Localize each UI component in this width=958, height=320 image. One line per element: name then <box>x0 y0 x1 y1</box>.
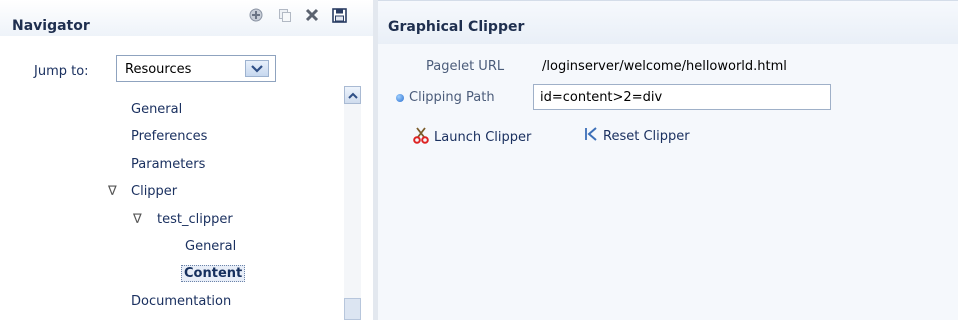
copy-icon[interactable] <box>276 6 294 24</box>
tree-scrollbar[interactable] <box>344 86 361 320</box>
launch-clipper-button[interactable]: Launch Clipper <box>412 126 531 148</box>
scissors-icon <box>412 126 430 148</box>
launch-clipper-label: Launch Clipper <box>434 129 532 145</box>
pagelet-url-value: /loginserver/welcome/helloworld.html <box>542 59 787 74</box>
tree-item-preferences[interactable]: Preferences <box>131 129 207 144</box>
reset-clipper-button[interactable]: Reset Clipper <box>583 126 690 146</box>
reset-arrow-icon <box>583 126 599 146</box>
required-indicator-icon <box>396 94 404 102</box>
jump-to-value: Resources <box>125 62 192 77</box>
jump-to-select[interactable]: Resources <box>116 55 276 82</box>
tree-item-test-clipper[interactable]: test_clipper <box>157 212 233 227</box>
save-icon[interactable] <box>330 6 348 24</box>
chevron-down-icon[interactable] <box>245 60 269 77</box>
tree-item-general-sub[interactable]: General <box>185 239 236 254</box>
panel-title: Graphical Clipper <box>388 19 525 35</box>
panel-body: Pagelet URL /loginserver/welcome/hellowo… <box>378 44 958 320</box>
expand-triangle-icon[interactable]: ∇ <box>108 184 117 199</box>
clipping-path-input[interactable] <box>533 84 831 110</box>
reset-clipper-label: Reset Clipper <box>603 128 690 144</box>
navigator-panel: Navigator Jump to: Resources General Pre… <box>0 0 373 320</box>
pagelet-url-label: Pagelet URL <box>426 59 505 74</box>
tree-item-documentation[interactable]: Documentation <box>131 294 231 309</box>
expand-triangle-icon[interactable]: ∇ <box>133 212 142 227</box>
tree-item-content[interactable]: Content <box>181 265 246 282</box>
navigator-header: Navigator <box>0 0 373 36</box>
graphical-clipper-panel: Graphical Clipper Pagelet URL /loginserv… <box>378 0 958 320</box>
add-icon[interactable] <box>247 6 265 24</box>
panel-header: Graphical Clipper <box>378 0 958 44</box>
navigator-title: Navigator <box>12 18 90 34</box>
tree-item-general[interactable]: General <box>131 102 182 117</box>
clipping-path-label: Clipping Path <box>409 90 495 105</box>
scroll-up-arrow-icon[interactable] <box>344 86 361 104</box>
jump-to-label: Jump to: <box>34 64 89 79</box>
delete-icon[interactable] <box>303 6 321 24</box>
scrollbar-thumb[interactable] <box>344 298 361 320</box>
tree-item-parameters[interactable]: Parameters <box>131 157 205 172</box>
tree-item-clipper[interactable]: Clipper <box>131 184 177 199</box>
